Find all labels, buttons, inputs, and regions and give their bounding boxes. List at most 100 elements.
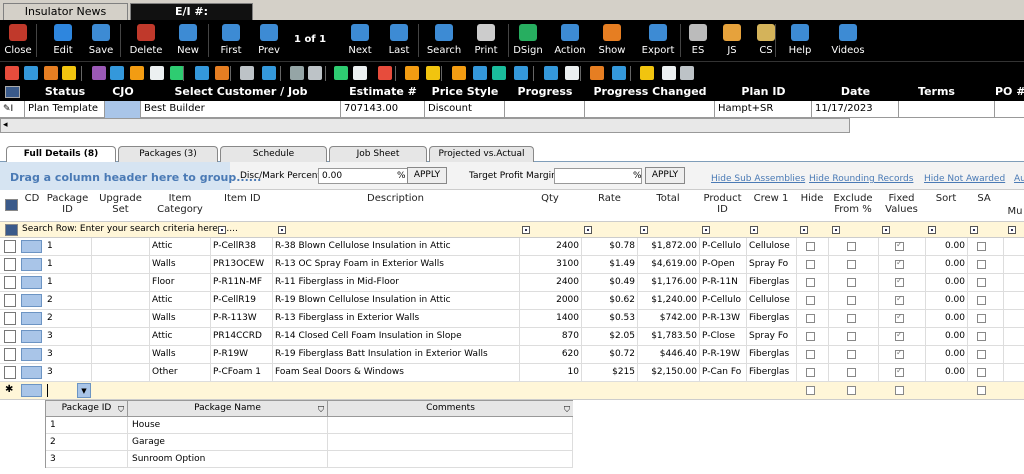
col-customer[interactable]: Select Customer / Job [141,85,341,98]
filter-operator-icon[interactable] [278,226,286,234]
package-option[interactable]: 1 House [46,417,573,434]
last-button[interactable]: Last [382,20,416,61]
cell-empty[interactable] [968,274,1004,292]
table-row[interactable]: 1 Attic P-CellR38 R-38 Blown Cellulose Insu… [0,238,1024,256]
cell-crew[interactable]: Fiberglas [747,310,797,328]
cell-item[interactable]: P-CellR19 [211,292,273,310]
filter-operator-icon[interactable] [882,226,890,234]
col-description[interactable]: Description [273,193,518,204]
estimate-cell[interactable]: 707143.00 [341,101,425,118]
col-estimate[interactable]: Estimate # [341,85,425,98]
col-hide[interactable]: Hide [797,193,827,204]
row-checkbox[interactable] [847,314,856,323]
cell-empty[interactable] [92,292,150,310]
cell-empty[interactable] [968,310,1004,328]
status-cell[interactable]: Plan Template [25,101,105,118]
col-status[interactable]: Status [35,85,95,98]
row-select-box[interactable] [4,312,16,325]
tab-projected-vs-actual[interactable]: Projected vs.Actual [429,146,534,162]
row-checkbox[interactable] [895,330,904,341]
row-checkbox[interactable] [806,278,815,287]
header-horizontal-scrollbar[interactable]: ◂ [0,118,850,133]
filter-operator-icon[interactable] [218,226,226,234]
terms-cell[interactable] [899,101,995,118]
cell-pkg[interactable]: 1 [45,274,92,292]
search-button[interactable]: Search [424,20,464,61]
quick-action-icon[interactable] [5,66,19,80]
tab-schedule[interactable]: Schedule [220,146,327,162]
row-checkbox[interactable] [977,350,986,359]
first-button[interactable]: First [214,20,248,61]
quick-action-icon[interactable] [240,66,254,80]
quick-action-icon[interactable] [426,66,440,80]
cd-button[interactable] [21,312,42,325]
cd-button[interactable] [21,276,42,289]
videos-button[interactable]: Videos [826,20,870,61]
cell-crew[interactable]: Cellulose [747,238,797,256]
cell-qty[interactable]: 2400 [520,274,582,292]
cell-qty[interactable]: 620 [520,346,582,364]
cell-total[interactable]: $742.00 [638,310,700,328]
cell-empty[interactable] [968,256,1004,274]
row-select-box[interactable] [4,348,16,361]
cell-total[interactable]: $4,619.00 [638,256,700,274]
sub-col-comments[interactable]: Comments ⛉ [328,401,573,417]
action-button[interactable]: Action [552,20,588,61]
cd-button[interactable] [21,330,42,343]
apply-margin-button[interactable]: APPLY [645,167,685,184]
cell-empty[interactable] [92,328,150,346]
quick-action-icon[interactable] [334,66,348,80]
row-checkbox[interactable] [847,350,856,359]
row-checkbox[interactable] [895,366,904,377]
help-button[interactable]: Help [782,20,818,61]
row-checkbox[interactable] [895,240,904,251]
row-checkbox[interactable] [847,332,856,341]
col-item-category[interactable]: Item Category [150,193,210,215]
cell-rate[interactable]: $0.62 [582,292,638,310]
cell-sort[interactable]: 0.00 [926,364,968,382]
cell-crew[interactable]: Cellulose [747,292,797,310]
delete-button[interactable]: Delete [126,20,166,61]
cell-rate[interactable]: $0.53 [582,310,638,328]
cell-sort[interactable]: 0.00 [926,238,968,256]
quick-action-icon[interactable] [452,66,466,80]
new-record-row[interactable]: ✱ ▼ [0,382,1024,400]
search-criteria-input[interactable]: Search Row: Enter your search criteria h… [22,224,238,234]
cell-cat[interactable]: Attic [150,328,211,346]
tab-estimate[interactable]: E/I #: 707143.00 [130,3,253,34]
quick-action-icon[interactable] [514,66,528,80]
package-dropdown-chevron-icon[interactable]: ▼ [77,383,91,398]
cell-empty[interactable] [92,256,150,274]
row-checkbox[interactable] [806,296,815,305]
col-sa[interactable]: SA [968,193,1000,204]
quick-action-icon[interactable] [640,66,654,80]
cell-desc[interactable]: Foam Seal Doors & Windows [273,364,520,382]
sub-col-package-name[interactable]: Package Name ⛉ [128,401,328,417]
cd-button[interactable] [21,240,42,253]
row-select-box[interactable] [4,330,16,343]
export-button[interactable]: Export [638,20,678,61]
cell-product[interactable]: P-Open [700,256,747,274]
quick-action-icon[interactable] [110,66,124,80]
row-select-box[interactable] [4,366,16,379]
cell-product[interactable]: P-R-19W [700,346,747,364]
scroll-left-icon[interactable]: ◂ [3,120,8,130]
filter-operator-icon[interactable] [970,226,978,234]
new-row-checkbox[interactable] [895,386,904,395]
quick-action-icon[interactable] [544,66,558,80]
col-upgrade-set[interactable]: Upgrade Set [92,193,149,215]
quick-action-icon[interactable] [262,66,276,80]
cell-sort[interactable]: 0.00 [926,346,968,364]
quick-action-icon[interactable] [492,66,506,80]
col-terms[interactable]: Terms [899,85,974,98]
cell-desc[interactable]: R-13 Fiberglass in Exterior Walls [273,310,520,328]
row-checkbox[interactable] [806,260,815,269]
row-checkbox[interactable] [977,314,986,323]
row-select-box[interactable] [4,258,16,271]
row-checkbox[interactable] [806,314,815,323]
row-checkbox[interactable] [977,260,986,269]
plan-id-cell[interactable]: Hampt+SR [715,101,812,118]
disc-mark-input[interactable]: 0.00 [318,168,408,184]
cell-item[interactable]: PR14CCRD [211,328,273,346]
cell-item[interactable]: P-R11N-MF [211,274,273,292]
